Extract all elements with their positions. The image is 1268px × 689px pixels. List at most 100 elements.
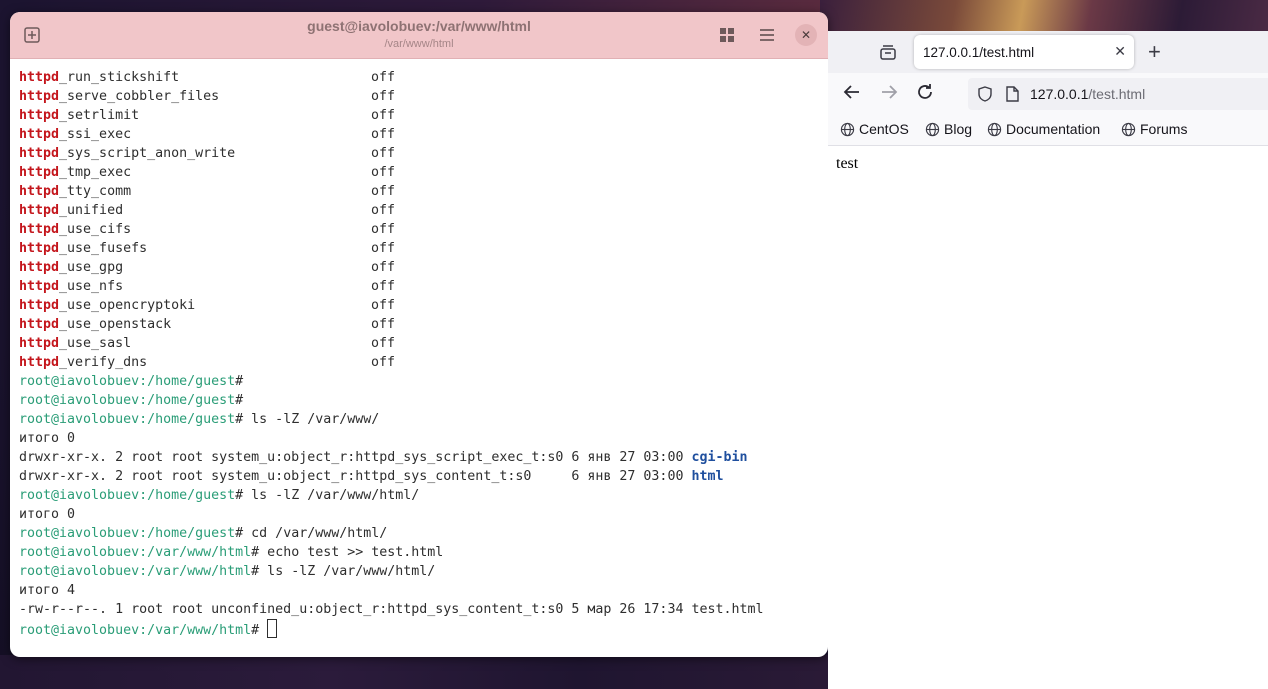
terminal-line: root@iavolobuev:/home/guest# ls -lZ /var… [19,486,828,505]
boolean-name: _serve_cobbler_files [59,89,220,104]
shield-icon[interactable] [977,86,993,102]
tab-close-icon[interactable]: ✕ [1114,43,1126,60]
tab-list-icon[interactable] [878,43,898,63]
boolean-value: off [371,184,396,199]
boolean-keyword: httpd [19,127,60,142]
command: # echo test >> test.html [251,545,444,560]
close-icon[interactable]: ✕ [795,24,817,46]
terminal-line: drwxr-xr-x. 2 root root system_u:object_… [19,448,828,467]
prompt: root@iavolobuev:/home/guest [19,488,236,503]
directory-name: cgi-bin [691,450,748,465]
wallpaper-bottom [0,655,828,689]
prompt: root@iavolobuev:/home/guest [19,393,236,408]
boolean-value: off [371,279,396,294]
wallpaper-top [820,0,1268,32]
terminal-line: root@iavolobuev:/var/www/html# ls -lZ /v… [19,562,828,581]
browser-window[interactable]: 127.0.0.1/test.html ✕ + 127.0.0.1/test.h… [828,31,1268,689]
boolean-value: off [371,317,396,332]
url-host: 127.0.0.1 [1030,86,1089,102]
boolean-row: httpd_ssi_exec off [19,125,828,144]
page-icon [1006,86,1019,102]
tab-bar: 127.0.0.1/test.html ✕ + [828,31,1268,73]
command: # ls -lZ /var/www/ [235,412,380,427]
bookmark-documentation[interactable]: Documentation [987,121,1100,137]
boolean-keyword: httpd [19,184,60,199]
boolean-keyword: httpd [19,108,60,123]
terminal-output[interactable]: httpd_run_stickshift off httpd_serve_cobbl… [19,68,828,657]
boolean-value: off [371,222,396,237]
boolean-row: httpd_tty_comm off [19,182,828,201]
boolean-name: _use_sasl [59,336,132,351]
boolean-name: _sys_script_anon_write [59,146,236,161]
bookmark-label: Blog [944,121,973,137]
boolean-name: _run_stickshift [59,70,180,85]
navigation-bar: 127.0.0.1/test.html [828,73,1268,115]
boolean-row: httpd_use_nfs off [19,277,828,296]
boolean-keyword: httpd [19,260,60,275]
boolean-keyword: httpd [19,241,60,256]
terminal-line: root@iavolobuev:/home/guest# cd /var/www… [19,524,828,543]
terminal-line: итого 0 [19,507,76,522]
bookmark-blog[interactable]: Blog [925,121,972,137]
url-bar[interactable]: 127.0.0.1/test.html [968,78,1268,110]
boolean-value: off [371,355,396,370]
bookmark-label: Documentation [1006,121,1101,137]
boolean-name: _tty_comm [59,184,132,199]
boolean-value: off [371,108,396,123]
terminal-header: guest@iavolobuev:/var/www/html /var/www/… [10,12,828,59]
reload-icon[interactable] [916,83,934,106]
browser-tab[interactable]: 127.0.0.1/test.html ✕ [914,35,1134,69]
terminal-line: root@iavolobuev:/home/guest# ls -lZ /var… [19,410,828,429]
command: # ls -lZ /var/www/html/ [251,564,436,579]
prompt: root@iavolobuev:/home/guest [19,412,236,427]
terminal-line: root@iavolobuev:/home/guest# [19,374,244,389]
prompt: root@iavolobuev:/home/guest [19,374,236,389]
bookmark-centos[interactable]: CentOS [840,121,909,137]
url-path: /test.html [1088,86,1146,102]
globe-icon [987,122,1002,136]
prompt: root@iavolobuev:/home/guest [19,526,236,541]
boolean-value: off [371,70,396,85]
boolean-name: _use_fusefs [59,241,148,256]
command: # ls -lZ /var/www/html/ [235,488,420,503]
bookmarks-toolbar: CentOS Blog Documentation Forums [828,115,1268,146]
new-tab-plus-icon[interactable]: + [1148,39,1161,65]
back-arrow-icon[interactable] [843,83,861,106]
boolean-keyword: httpd [19,317,60,332]
boolean-name: _use_gpg [59,260,124,275]
terminal-title: guest@iavolobuev:/var/www/html [307,18,531,34]
boolean-value: off [371,298,396,313]
terminal-line: -rw-r--r--. 1 root root unconfined_u:obj… [19,602,764,617]
grid-view-icon[interactable] [717,25,737,45]
terminal-line: итого 0 [19,431,76,446]
boolean-row: httpd_run_stickshift off [19,68,828,87]
boolean-name: _verify_dns [59,355,148,370]
forward-arrow-icon[interactable] [880,83,898,106]
boolean-value: off [371,89,396,104]
boolean-row: httpd_tmp_exec off [19,163,828,182]
boolean-keyword: httpd [19,298,60,313]
boolean-row: httpd_sys_script_anon_write off [19,144,828,163]
command: # [251,623,268,638]
output-text: drwxr-xr-x. 2 root root system_u:object_… [19,469,692,484]
bookmark-forums[interactable]: Forums [1121,121,1187,137]
boolean-name: _use_openstack [59,317,172,332]
boolean-row: httpd_use_fusefs off [19,239,828,258]
boolean-name: _ssi_exec [59,127,132,142]
boolean-row: httpd_use_opencryptoki off [19,296,828,315]
terminal-line: drwxr-xr-x. 2 root root system_u:object_… [19,467,828,486]
globe-icon [840,122,855,136]
terminal-subtitle: /var/www/html [384,38,454,50]
boolean-keyword: httpd [19,70,60,85]
boolean-row: httpd_serve_cobbler_files off [19,87,828,106]
terminal-window[interactable]: guest@iavolobuev:/var/www/html /var/www/… [10,12,828,657]
terminal-line[interactable]: root@iavolobuev:/var/www/html# [19,619,828,638]
boolean-name: _tmp_exec [59,165,132,180]
boolean-value: off [371,203,396,218]
directory-name: html [691,469,724,484]
boolean-name: _use_cifs [59,222,132,237]
boolean-row: httpd_unified off [19,201,828,220]
prompt: root@iavolobuev:/var/www/html [19,545,252,560]
hamburger-menu-icon[interactable] [757,25,777,45]
boolean-row: httpd_verify_dns off [19,353,828,372]
